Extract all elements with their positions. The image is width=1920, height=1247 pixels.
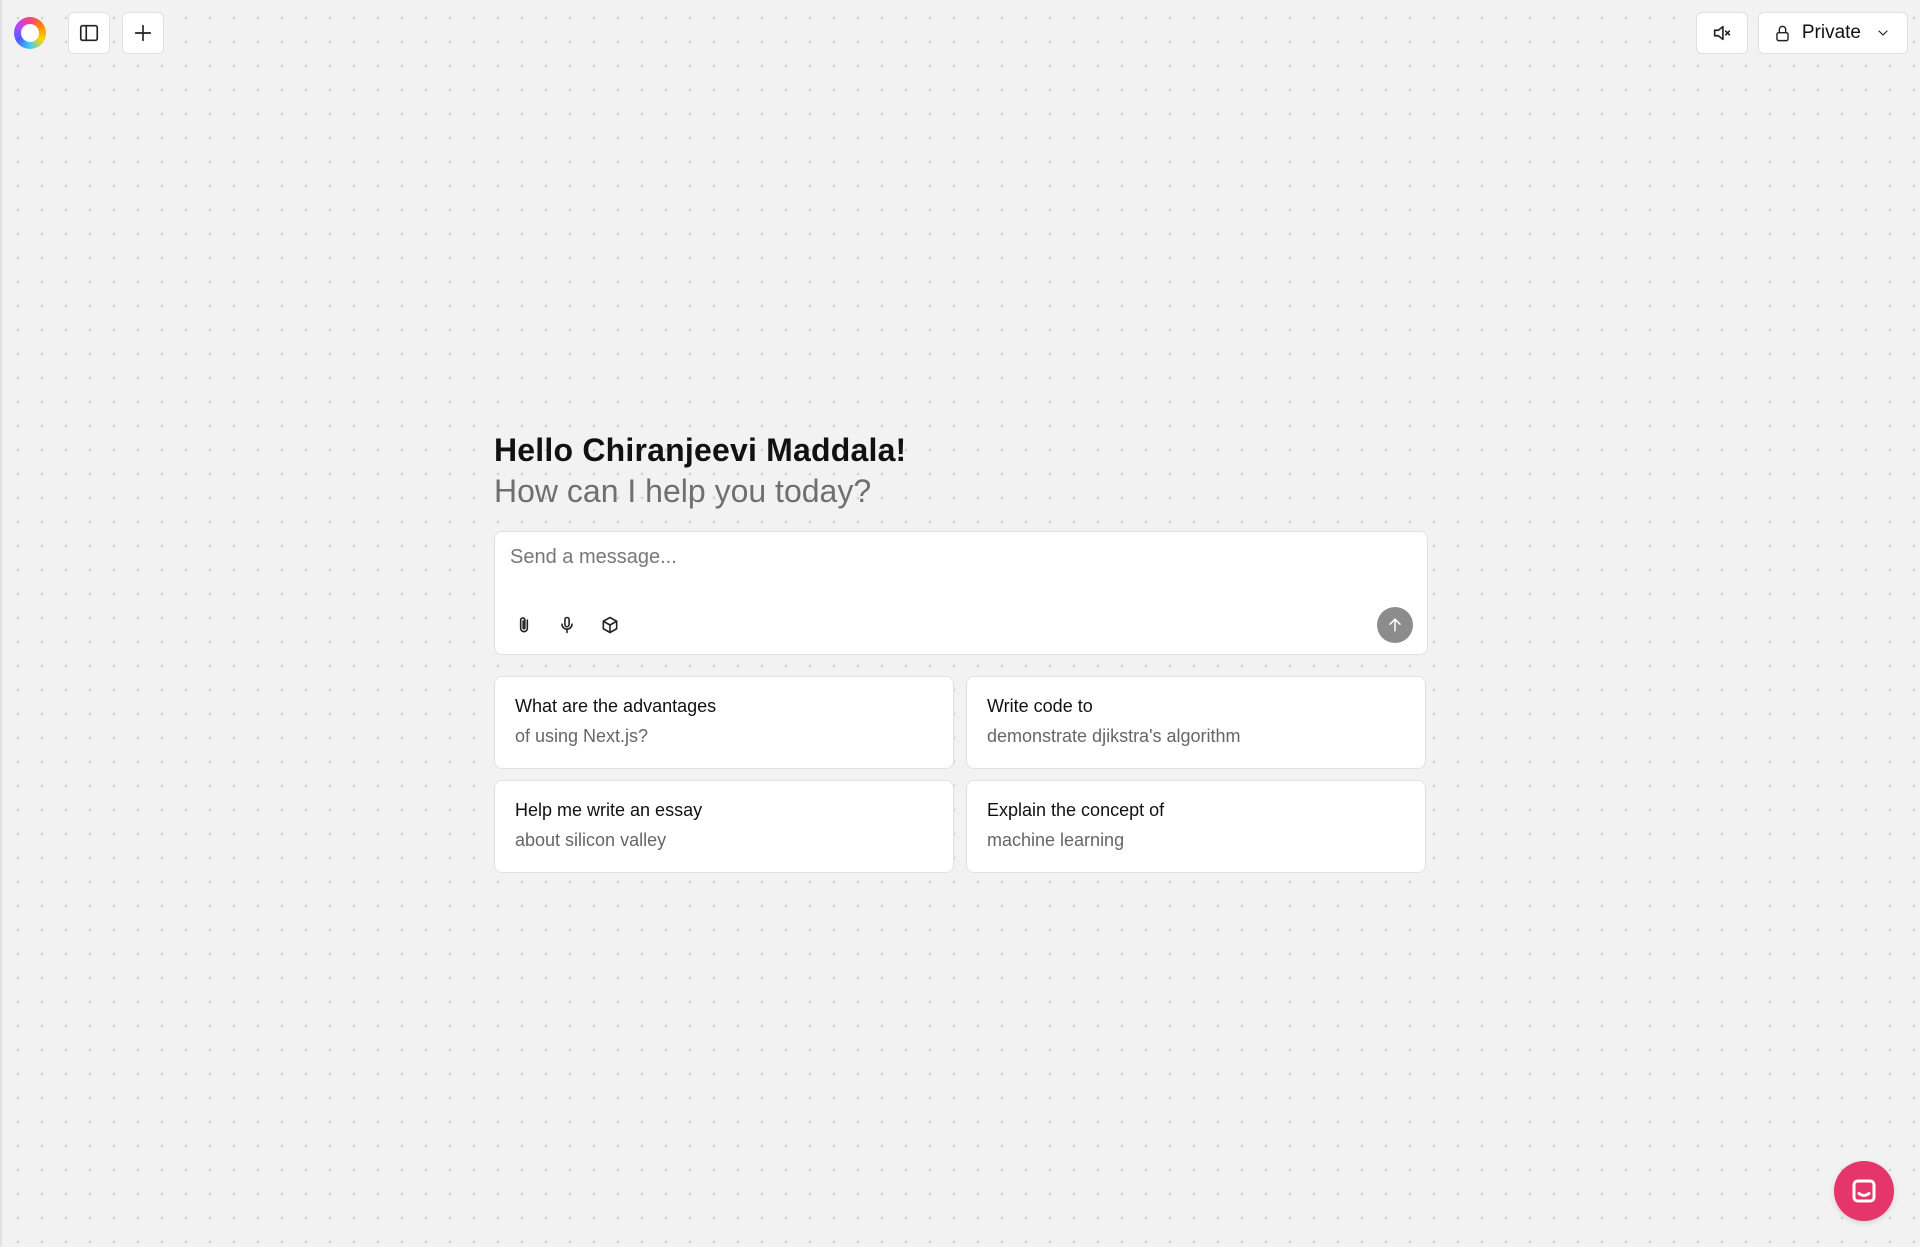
- suggestion-title: Write code to: [987, 696, 1093, 716]
- window-edge: [0, 0, 2, 1247]
- suggestion-card[interactable]: Explain the concept of machine learning: [966, 780, 1426, 873]
- mute-button[interactable]: [1695, 12, 1748, 54]
- chat-bubble-icon: [1852, 1179, 1876, 1203]
- suggestion-subtitle: of using Next.js?: [515, 726, 649, 746]
- suggestion-subtitle: machine learning: [987, 830, 1125, 850]
- suggestion-card[interactable]: What are the advantages of using Next.js…: [494, 676, 954, 769]
- greeting-title: Hello Chiranjeevi Maddala!: [494, 432, 907, 468]
- new-chat-button[interactable]: [122, 12, 164, 54]
- header-left: [14, 12, 164, 54]
- suggestion-card[interactable]: Help me write an essay about silicon val…: [494, 780, 954, 873]
- header-right: Private: [1695, 12, 1908, 54]
- send-button[interactable]: [1377, 607, 1413, 643]
- voice-input-button[interactable]: [552, 610, 582, 640]
- suggestion-title: What are the advantages: [515, 696, 717, 716]
- suggestion-subtitle: about silicon valley: [515, 830, 667, 850]
- suggested-actions: What are the advantages of using Next.js…: [494, 676, 1428, 873]
- sidebar-toggle-icon: [79, 24, 99, 42]
- message-input[interactable]: [495, 532, 1427, 612]
- visibility-selector[interactable]: Private: [1757, 12, 1908, 54]
- speaker-muted-icon: [1713, 25, 1731, 41]
- sidebar-toggle-button[interactable]: [68, 12, 110, 54]
- message-composer: [494, 531, 1428, 655]
- arrow-up-icon: [1389, 618, 1401, 632]
- lock-icon: [1776, 25, 1789, 41]
- main-content: Hello Chiranjeevi Maddala! How can I hel…: [494, 430, 1428, 873]
- cube-icon: [602, 616, 618, 634]
- chevron-down-icon: [1878, 30, 1888, 36]
- attach-button[interactable]: [509, 610, 539, 640]
- app-logo-icon[interactable]: [14, 17, 46, 49]
- plus-icon: [134, 24, 152, 42]
- visibility-label: Private: [1801, 22, 1861, 43]
- artifact-button[interactable]: [595, 610, 625, 640]
- suggestion-title: Explain the concept of: [987, 800, 1165, 820]
- greeting-subtitle: How can I help you today?: [494, 473, 872, 509]
- microphone-icon: [561, 616, 573, 634]
- suggestion-card[interactable]: Write code to demonstrate djikstra's alg…: [966, 676, 1426, 769]
- composer-tools: [509, 610, 625, 640]
- help-chat-button[interactable]: [1834, 1161, 1894, 1221]
- paperclip-icon: [519, 617, 529, 633]
- suggestion-title: Help me write an essay: [515, 800, 703, 820]
- suggestion-subtitle: demonstrate djikstra's algorithm: [987, 726, 1241, 746]
